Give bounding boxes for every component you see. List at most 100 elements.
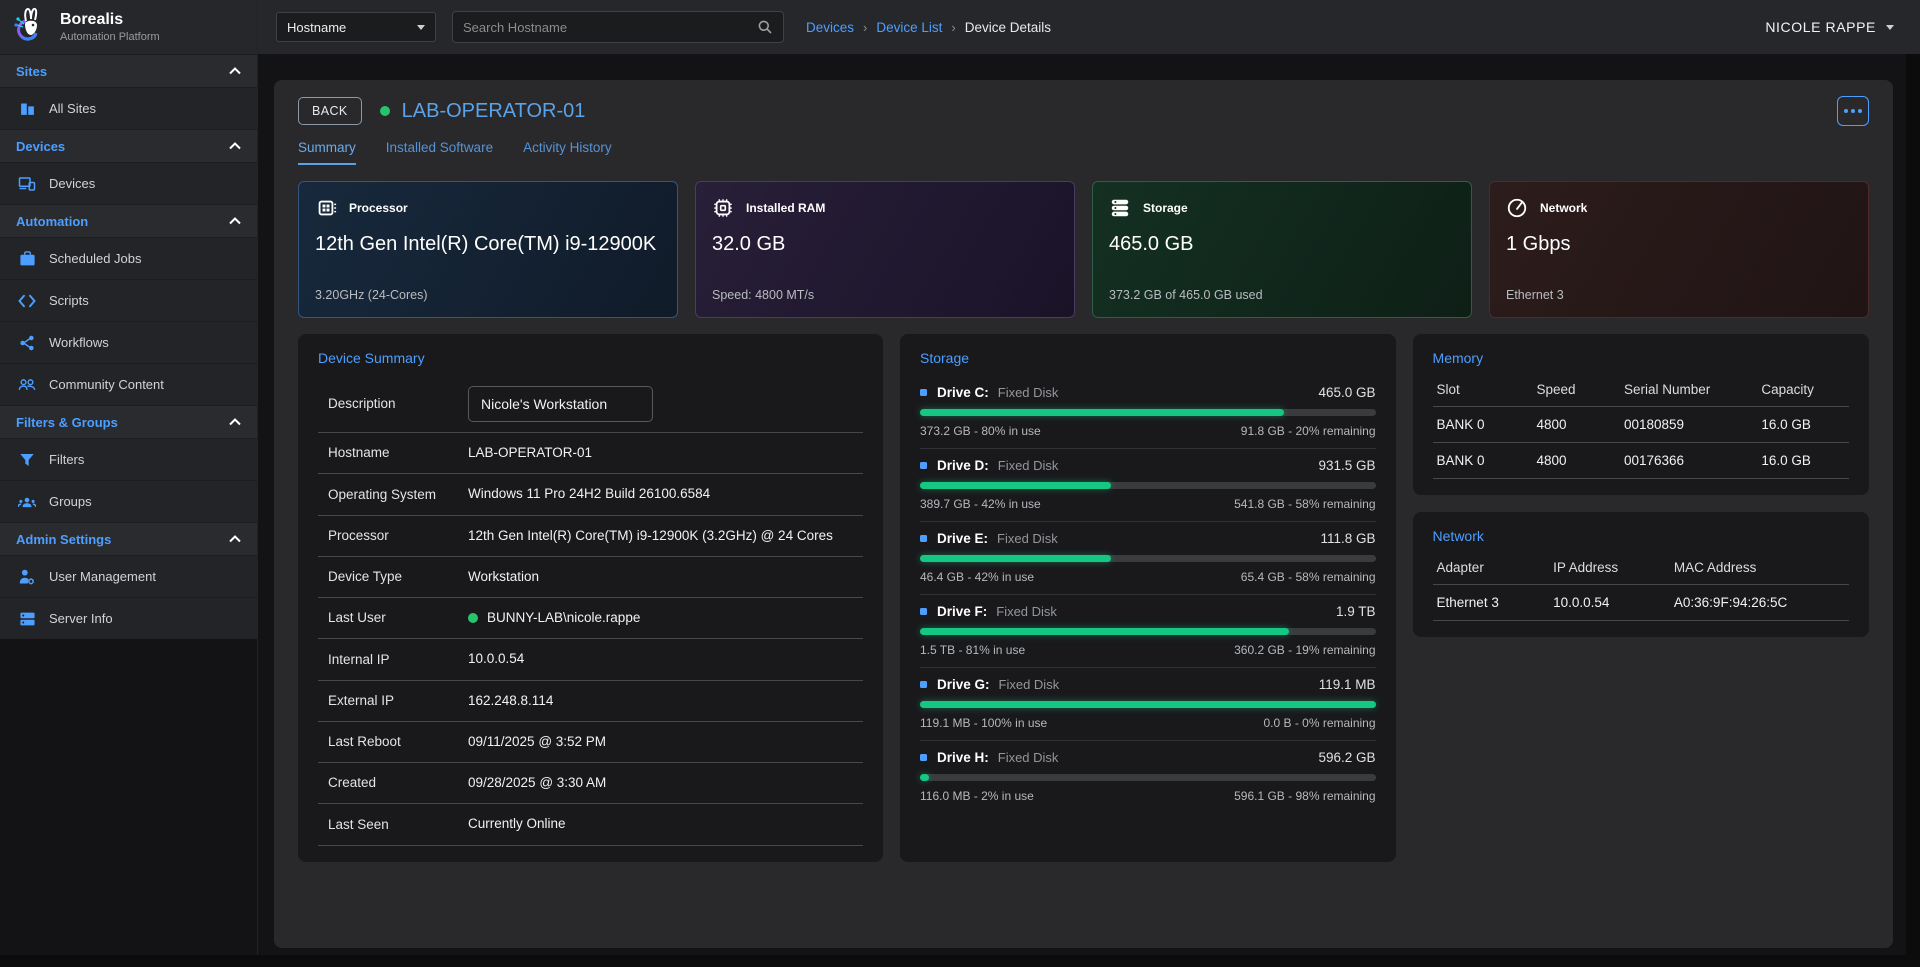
drive-usage-bar	[920, 628, 1376, 635]
drive-type: Fixed Disk	[999, 677, 1060, 692]
breadcrumb-separator: ›	[863, 20, 867, 35]
row-value: Workstation	[468, 567, 855, 587]
sidebar-item-label: Devices	[49, 176, 95, 191]
borealis-rabbit-logo-icon	[12, 7, 50, 47]
sidebar-item-scheduled-jobs[interactable]: Scheduled Jobs	[0, 237, 257, 279]
summary-row-processor: Processor 12th Gen Intel(R) Core(TM) i9-…	[318, 516, 863, 557]
search-input[interactable]	[463, 20, 757, 35]
stat-card-value: 1 Gbps	[1506, 233, 1852, 256]
section-label: Admin Settings	[16, 532, 111, 547]
sidebar-item-filters[interactable]: Filters	[0, 438, 257, 480]
stat-card-label: Network	[1540, 201, 1587, 215]
breadcrumb-current: Device Details	[965, 20, 1051, 35]
cell-speed: 4800	[1532, 407, 1619, 443]
sidebar-section-automation[interactable]: Automation	[0, 204, 257, 237]
people-icon	[18, 376, 36, 394]
panel-title: Device Summary	[318, 350, 863, 366]
breadcrumb-devices[interactable]: Devices	[806, 20, 854, 35]
breadcrumb-device-list[interactable]: Device List	[876, 20, 942, 35]
caret-down-icon	[417, 25, 425, 30]
sidebar-item-community-content[interactable]: Community Content	[0, 363, 257, 405]
sidebar-item-workflows[interactable]: Workflows	[0, 321, 257, 363]
description-input[interactable]	[468, 386, 653, 422]
user-gear-icon	[18, 568, 36, 586]
device-tabs: Summary Installed Software Activity Hist…	[298, 140, 1869, 165]
cell-slot: BANK 0	[1433, 443, 1533, 479]
sidebar-item-server-info[interactable]: Server Info	[0, 597, 257, 639]
sidebar-item-label: Scripts	[49, 293, 89, 308]
stat-cards-row: Processor 12th Gen Intel(R) Core(TM) i9-…	[298, 181, 1869, 318]
sidebar-section-admin-settings[interactable]: Admin Settings	[0, 522, 257, 555]
summary-row-created: Created 09/28/2025 @ 3:30 AM	[318, 763, 863, 804]
user-menu[interactable]: NICOLE RAPPE	[1765, 19, 1894, 35]
chevron-up-icon	[229, 535, 241, 543]
cell-capacity: 16.0 GB	[1757, 407, 1849, 443]
cell-slot: BANK 0	[1433, 407, 1533, 443]
column-header: Adapter	[1433, 554, 1550, 585]
sidebar-item-label: All Sites	[49, 101, 96, 116]
drive-used: 119.1 MB - 100% in use	[920, 716, 1047, 730]
code-icon	[18, 292, 36, 310]
row-label: Last Seen	[328, 815, 468, 835]
drive-used: 389.7 GB - 42% in use	[920, 497, 1041, 511]
sidebar-section-filters-groups[interactable]: Filters & Groups	[0, 405, 257, 438]
brand-subtitle: Automation Platform	[60, 31, 160, 43]
drive-name: Drive C:	[937, 385, 989, 400]
chevron-down-icon	[1886, 25, 1894, 30]
topbar: Hostname Devices › Device List › Device …	[258, 0, 1920, 54]
section-label: Automation	[16, 214, 88, 229]
tab-summary[interactable]: Summary	[298, 140, 356, 165]
app-window: Borealis Automation Platform Sites All S…	[0, 0, 1920, 955]
online-status-dot	[380, 106, 390, 116]
detail-panels-row: Device Summary Description Hostname LAB-…	[298, 334, 1869, 862]
sidebar-item-all-sites[interactable]: All Sites	[0, 87, 257, 129]
server-icon	[18, 610, 36, 628]
drive-size: 465.0 GB	[1318, 385, 1375, 400]
hostname-filter-select[interactable]: Hostname	[276, 12, 436, 42]
panel-title: Memory	[1433, 350, 1849, 366]
drive-name: Drive E:	[937, 531, 988, 546]
table-row: BANK 0 4800 00176366 16.0 GB	[1433, 443, 1849, 479]
sidebar-item-label: Server Info	[49, 611, 113, 626]
storage-panel: Storage Drive C: Fixed Disk 465.0 GB 373…	[900, 334, 1396, 862]
stat-card-label: Storage	[1143, 201, 1188, 215]
row-value: 09/11/2025 @ 3:52 PM	[468, 732, 855, 752]
online-status-dot	[468, 613, 478, 623]
drive-size: 931.5 GB	[1318, 458, 1375, 473]
tab-activity-history[interactable]: Activity History	[523, 140, 612, 165]
back-button[interactable]: BACK	[298, 97, 362, 125]
drive-usage-bar	[920, 409, 1376, 416]
groups-icon	[18, 493, 36, 511]
row-value: BUNNY-LAB\nicole.rappe	[487, 608, 640, 628]
cell-ip-address: 10.0.0.54	[1549, 585, 1670, 621]
summary-row-operating-system: Operating System Windows 11 Pro 24H2 Bui…	[318, 474, 863, 515]
chevron-up-icon	[229, 217, 241, 225]
sidebar-item-user-management[interactable]: User Management	[0, 555, 257, 597]
device-details-card: BACK LAB-OPERATOR-01 Summary Installed S…	[274, 80, 1893, 948]
stat-card-label: Processor	[349, 201, 408, 215]
row-label: Last Reboot	[328, 732, 468, 752]
more-actions-button[interactable]	[1837, 96, 1869, 126]
column-header: Serial Number	[1620, 376, 1757, 407]
chevron-up-icon	[229, 67, 241, 75]
funnel-icon	[18, 451, 36, 469]
drive-used: 46.4 GB - 42% in use	[920, 570, 1034, 584]
sidebar-section-devices[interactable]: Devices	[0, 129, 257, 162]
cell-serial: 00180859	[1620, 407, 1757, 443]
brand-header: Borealis Automation Platform	[0, 0, 257, 54]
drive-usage-bar	[920, 701, 1376, 708]
drive-row-g: Drive G: Fixed Disk 119.1 MB 119.1 MB - …	[920, 668, 1376, 741]
search-icon[interactable]	[757, 19, 773, 35]
drive-bullet-icon	[920, 535, 927, 542]
row-value: 12th Gen Intel(R) Core(TM) i9-12900K (3.…	[468, 526, 855, 546]
sidebar-item-devices[interactable]: Devices	[0, 162, 257, 204]
sidebar-item-label: Community Content	[49, 377, 164, 392]
sidebar-item-groups[interactable]: Groups	[0, 480, 257, 522]
panel-title: Storage	[920, 350, 1376, 366]
sidebar-item-scripts[interactable]: Scripts	[0, 279, 257, 321]
sidebar-section-sites[interactable]: Sites	[0, 54, 257, 87]
tab-installed-software[interactable]: Installed Software	[386, 140, 493, 165]
breadcrumb-separator: ›	[951, 20, 955, 35]
briefcase-icon	[18, 250, 36, 268]
section-label: Sites	[16, 64, 47, 79]
